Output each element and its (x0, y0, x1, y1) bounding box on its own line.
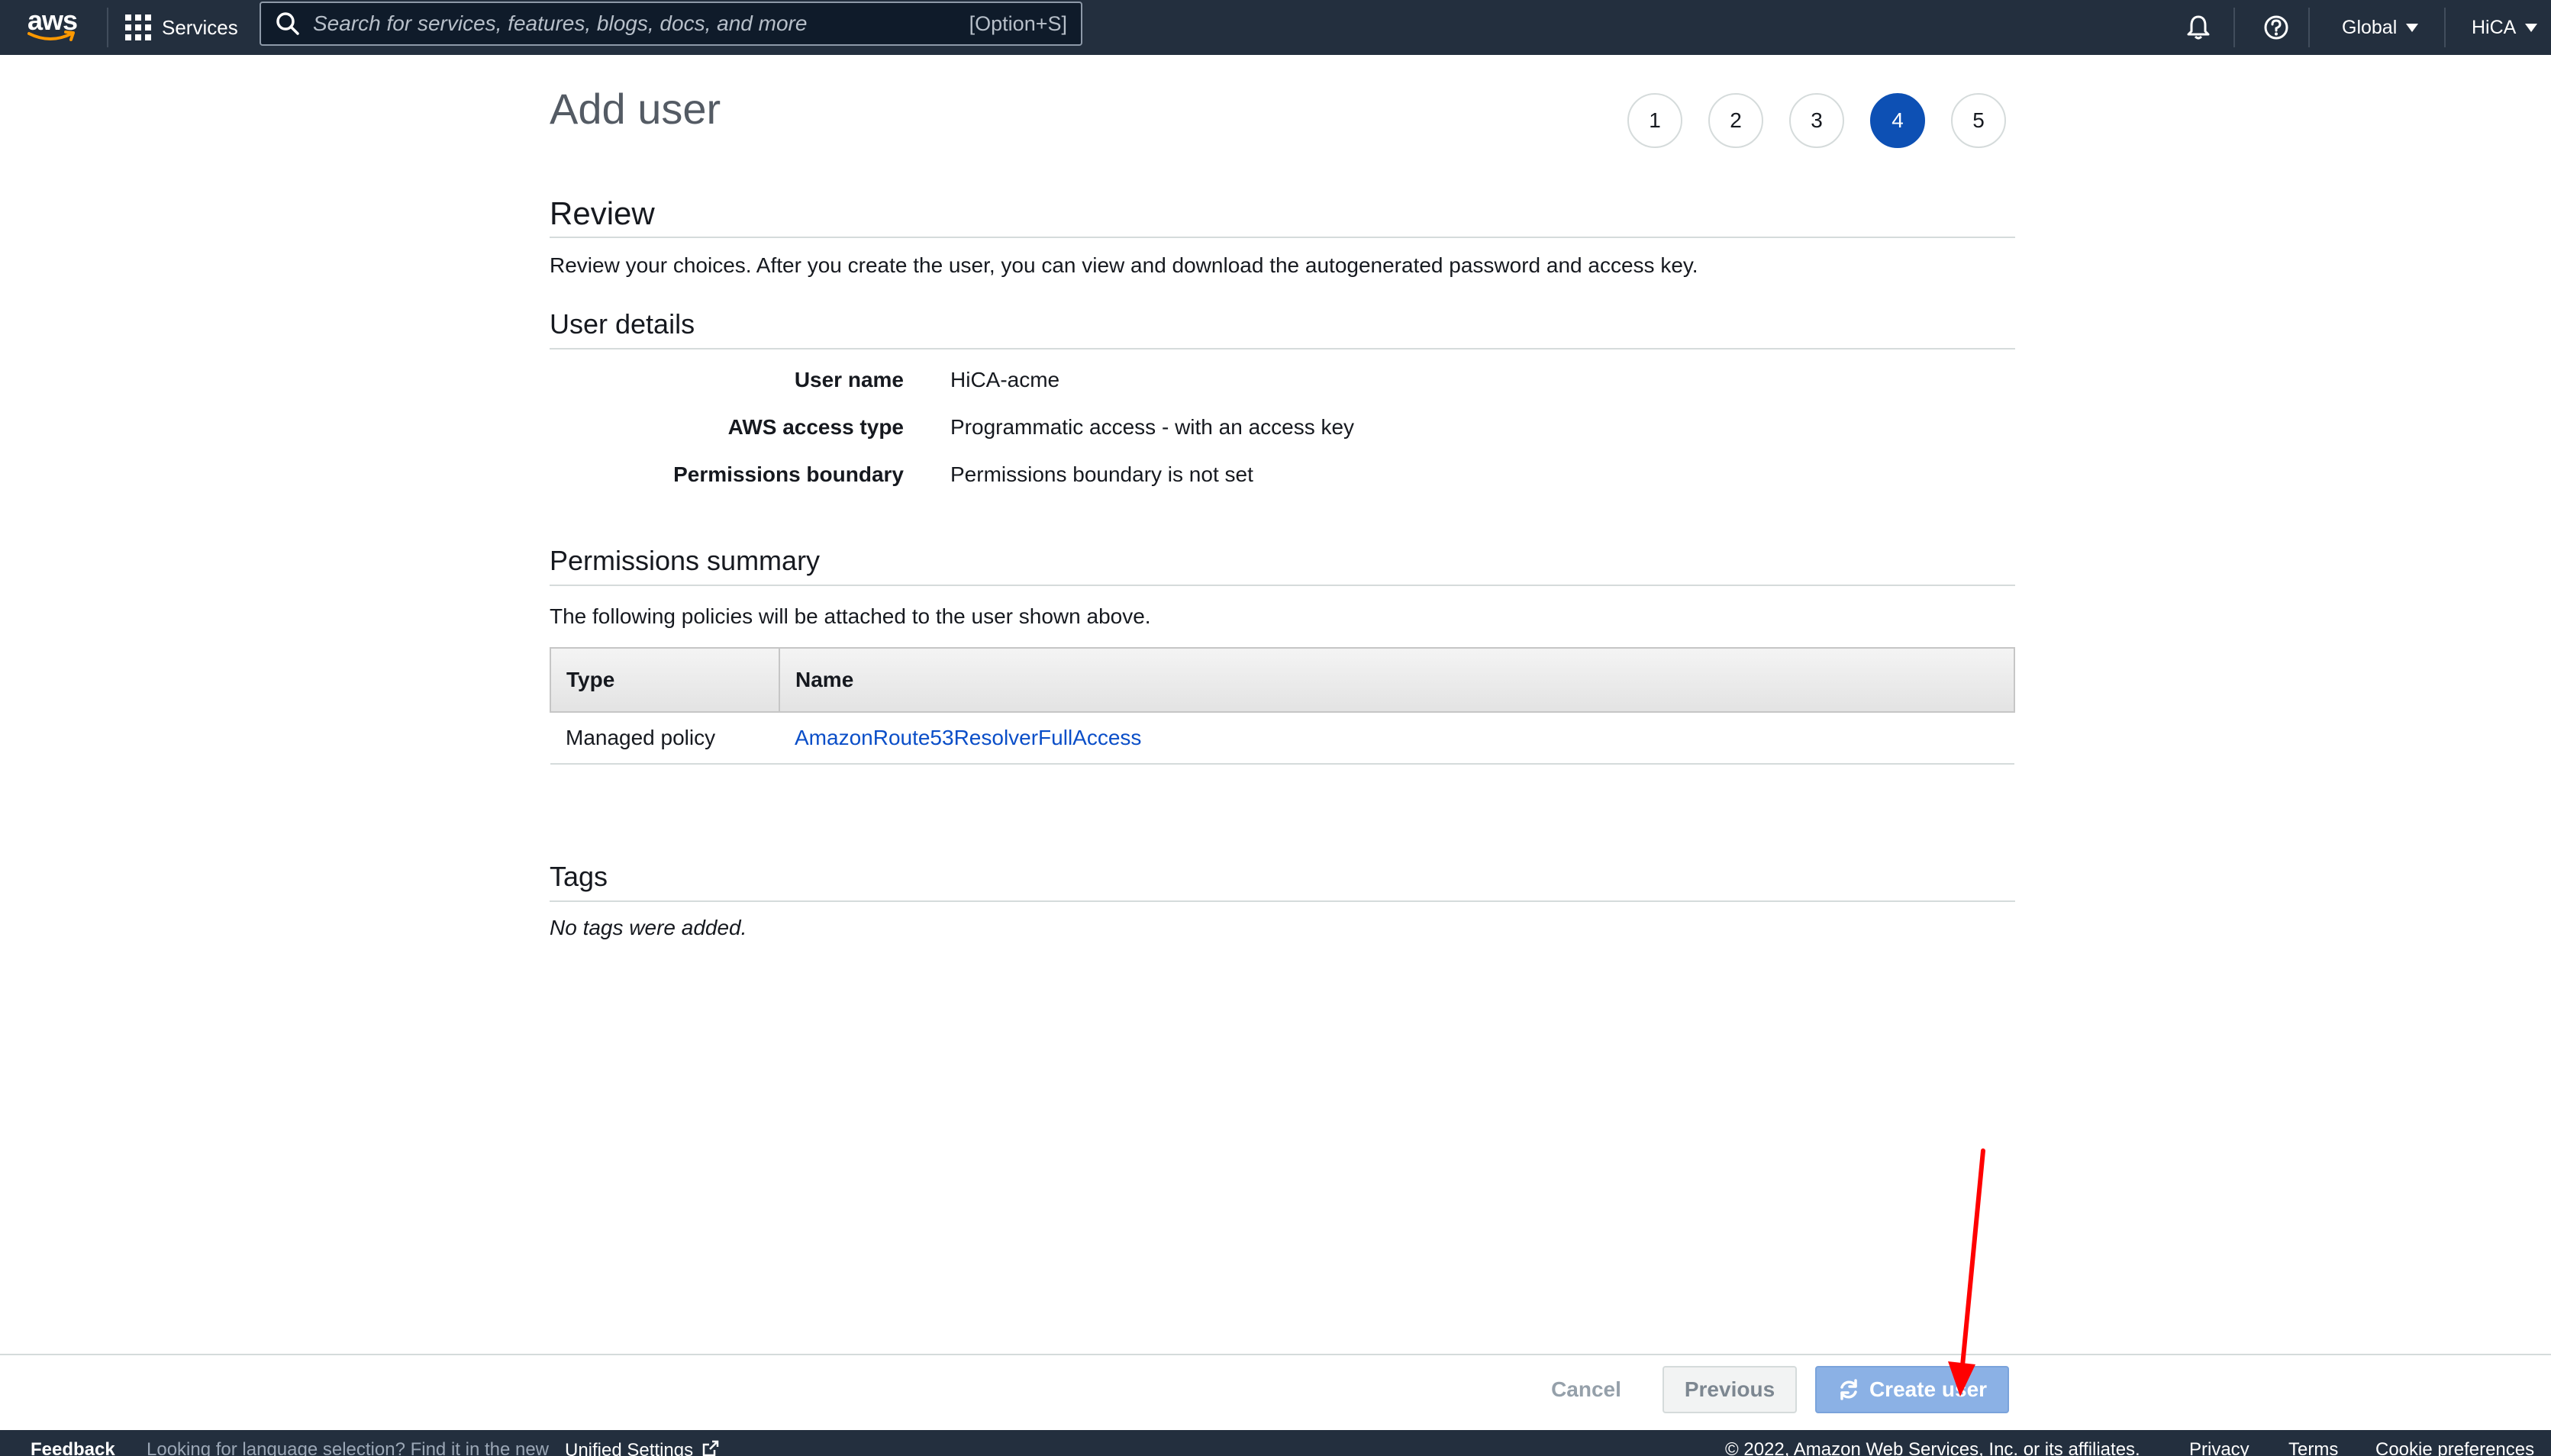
aws-logo[interactable]: aws (26, 5, 78, 49)
cancel-button[interactable]: Cancel (1534, 1366, 1638, 1413)
caret-down-icon (2525, 23, 2538, 32)
detail-value: HiCA-acme (950, 368, 1060, 391)
nav-divider (107, 8, 108, 47)
detail-row-permissions-boundary: Permissions boundary Permissions boundar… (550, 462, 2015, 493)
search-shortcut-hint: [Option+S] (969, 12, 1067, 35)
detail-row-access-type: AWS access type Programmatic access - wi… (550, 415, 2015, 446)
search-icon (276, 12, 299, 35)
detail-key: User name (794, 368, 904, 391)
terms-link[interactable]: Terms (2288, 1439, 2338, 1456)
nav-divider (2444, 8, 2446, 47)
permissions-summary-heading: Permissions summary (550, 545, 2015, 586)
tags-empty-text: No tags were added. (550, 916, 747, 939)
copyright-text: © 2022, Amazon Web Services, Inc. or its… (1725, 1439, 2140, 1456)
search-input[interactable] (313, 11, 939, 36)
grid-icon (125, 14, 151, 40)
account-menu[interactable]: HiCA (2472, 0, 2538, 55)
notifications-button[interactable] (2185, 0, 2212, 55)
detail-value: Programmatic access - with an access key (950, 415, 1355, 439)
top-navigation: aws Services [Option+S] (0, 0, 2551, 55)
privacy-link[interactable]: Privacy (2189, 1439, 2249, 1456)
external-link-icon (702, 1440, 719, 1456)
column-header-type[interactable]: Type (550, 647, 780, 713)
detail-row-user-name: User name HiCA-acme (550, 368, 2015, 398)
help-button[interactable] (2262, 0, 2290, 55)
caret-down-icon (2406, 23, 2419, 32)
cookie-preferences-link[interactable]: Cookie preferences (2375, 1439, 2534, 1456)
detail-key: AWS access type (727, 415, 904, 439)
unified-settings-link[interactable]: Unified Settings (565, 1439, 720, 1456)
region-selector[interactable]: Global (2342, 0, 2419, 55)
review-description: Review your choices. After you create th… (550, 253, 1698, 277)
region-label: Global (2342, 16, 2398, 38)
annotation-arrow (1948, 1148, 1985, 1396)
unified-settings-label: Unified Settings (565, 1440, 694, 1456)
nav-divider (2233, 8, 2235, 47)
column-header-name[interactable]: Name (779, 647, 2015, 713)
detail-key: Permissions boundary (673, 462, 904, 486)
wizard-steps: 1 2 3 4 5 (1627, 93, 2032, 148)
policy-name-cell: AmazonRoute53ResolverFullAccess (779, 712, 2014, 765)
table-header-row: Type Name (550, 647, 2015, 713)
tags-heading: Tags (550, 861, 2015, 902)
permissions-description: The following policies will be attached … (550, 604, 1151, 628)
detail-value: Permissions boundary is not set (950, 462, 1253, 486)
wizard-step-1[interactable]: 1 (1627, 93, 1682, 148)
wizard-step-4-active[interactable]: 4 (1870, 93, 1925, 148)
feedback-link[interactable]: Feedback (31, 1439, 115, 1456)
language-hint: Looking for language selection? Find it … (147, 1439, 550, 1456)
account-label: HiCA (2472, 16, 2517, 38)
wizard-step-3[interactable]: 3 (1789, 93, 1844, 148)
policy-type-cell: Managed policy (550, 712, 779, 765)
review-heading: Review (550, 195, 2015, 238)
refresh-icon (1840, 1379, 1857, 1400)
aws-smile-icon (27, 31, 75, 41)
table-row: Managed policy AmazonRoute53ResolverFull… (550, 712, 2014, 765)
wizard-action-bar (0, 1354, 2551, 1430)
page-title: Add user (550, 85, 721, 133)
previous-button[interactable]: Previous (1663, 1366, 1797, 1413)
policy-link[interactable]: AmazonRoute53ResolverFullAccess (795, 726, 1141, 749)
help-icon (2264, 15, 2288, 40)
wizard-step-2[interactable]: 2 (1708, 93, 1763, 148)
bell-icon (2187, 15, 2210, 40)
permissions-table: Type Name Managed policy AmazonRoute53Re… (550, 647, 2015, 765)
services-label: Services (162, 15, 238, 39)
user-details-heading: User details (550, 308, 2015, 350)
services-menu-button[interactable]: Services (125, 0, 238, 55)
search-bar[interactable]: [Option+S] (260, 2, 1082, 46)
console-footer: Feedback Looking for language selection?… (0, 1430, 2551, 1456)
wizard-step-5[interactable]: 5 (1951, 93, 2006, 148)
nav-divider (2308, 8, 2310, 47)
